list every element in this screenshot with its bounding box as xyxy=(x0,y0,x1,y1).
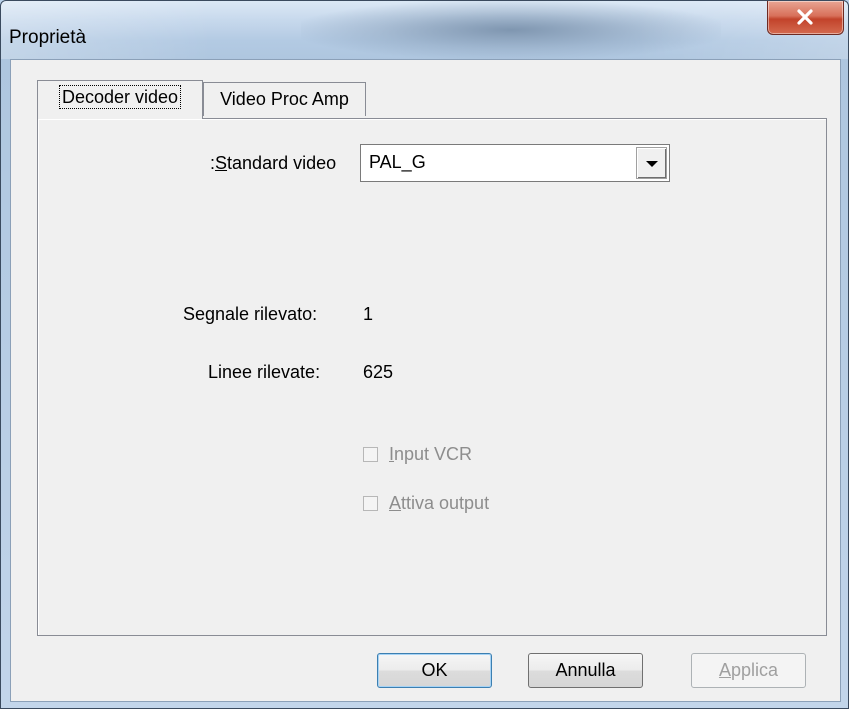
standard-video-value: PAL_G xyxy=(369,152,426,172)
close-icon xyxy=(797,9,813,25)
tab-panel-decoder-video: :Standard video PAL_G Segnale rilevato: … xyxy=(37,118,827,636)
chevron-down-icon[interactable] xyxy=(636,147,667,179)
lines-detected-value: 625 xyxy=(363,362,394,382)
input-vcr-checkbox[interactable] xyxy=(363,447,378,462)
input-vcr-label: Input VCR xyxy=(389,444,473,464)
cancel-button[interactable]: Annulla xyxy=(528,653,643,688)
signal-detected-label: Segnale rilevato: xyxy=(183,304,318,324)
standard-video-select[interactable]: PAL_G xyxy=(360,144,670,182)
window-title: Proprietà xyxy=(9,27,87,48)
dialog-client-area: Decoder video Video Proc Amp :Standard v… xyxy=(10,59,841,702)
close-button[interactable] xyxy=(767,1,844,35)
enable-output-checkbox[interactable] xyxy=(363,496,378,511)
ok-button[interactable]: OK xyxy=(377,653,492,688)
window-frame: Proprietà Decoder video Video Proc Amp :… xyxy=(0,0,849,709)
tab-label: Video Proc Amp xyxy=(220,89,349,109)
signal-detected-value: 1 xyxy=(363,304,374,324)
apply-button[interactable]: Applica xyxy=(691,653,806,688)
standard-video-label: :Standard video xyxy=(210,153,337,173)
enable-output-label: Attiva output xyxy=(389,493,490,513)
lines-detected-label: Linee rilevate: xyxy=(208,362,321,382)
tab-label: Decoder video xyxy=(58,85,182,109)
tab-video-proc-amp[interactable]: Video Proc Amp xyxy=(203,82,366,116)
tab-decoder-video[interactable]: Decoder video xyxy=(37,80,203,119)
